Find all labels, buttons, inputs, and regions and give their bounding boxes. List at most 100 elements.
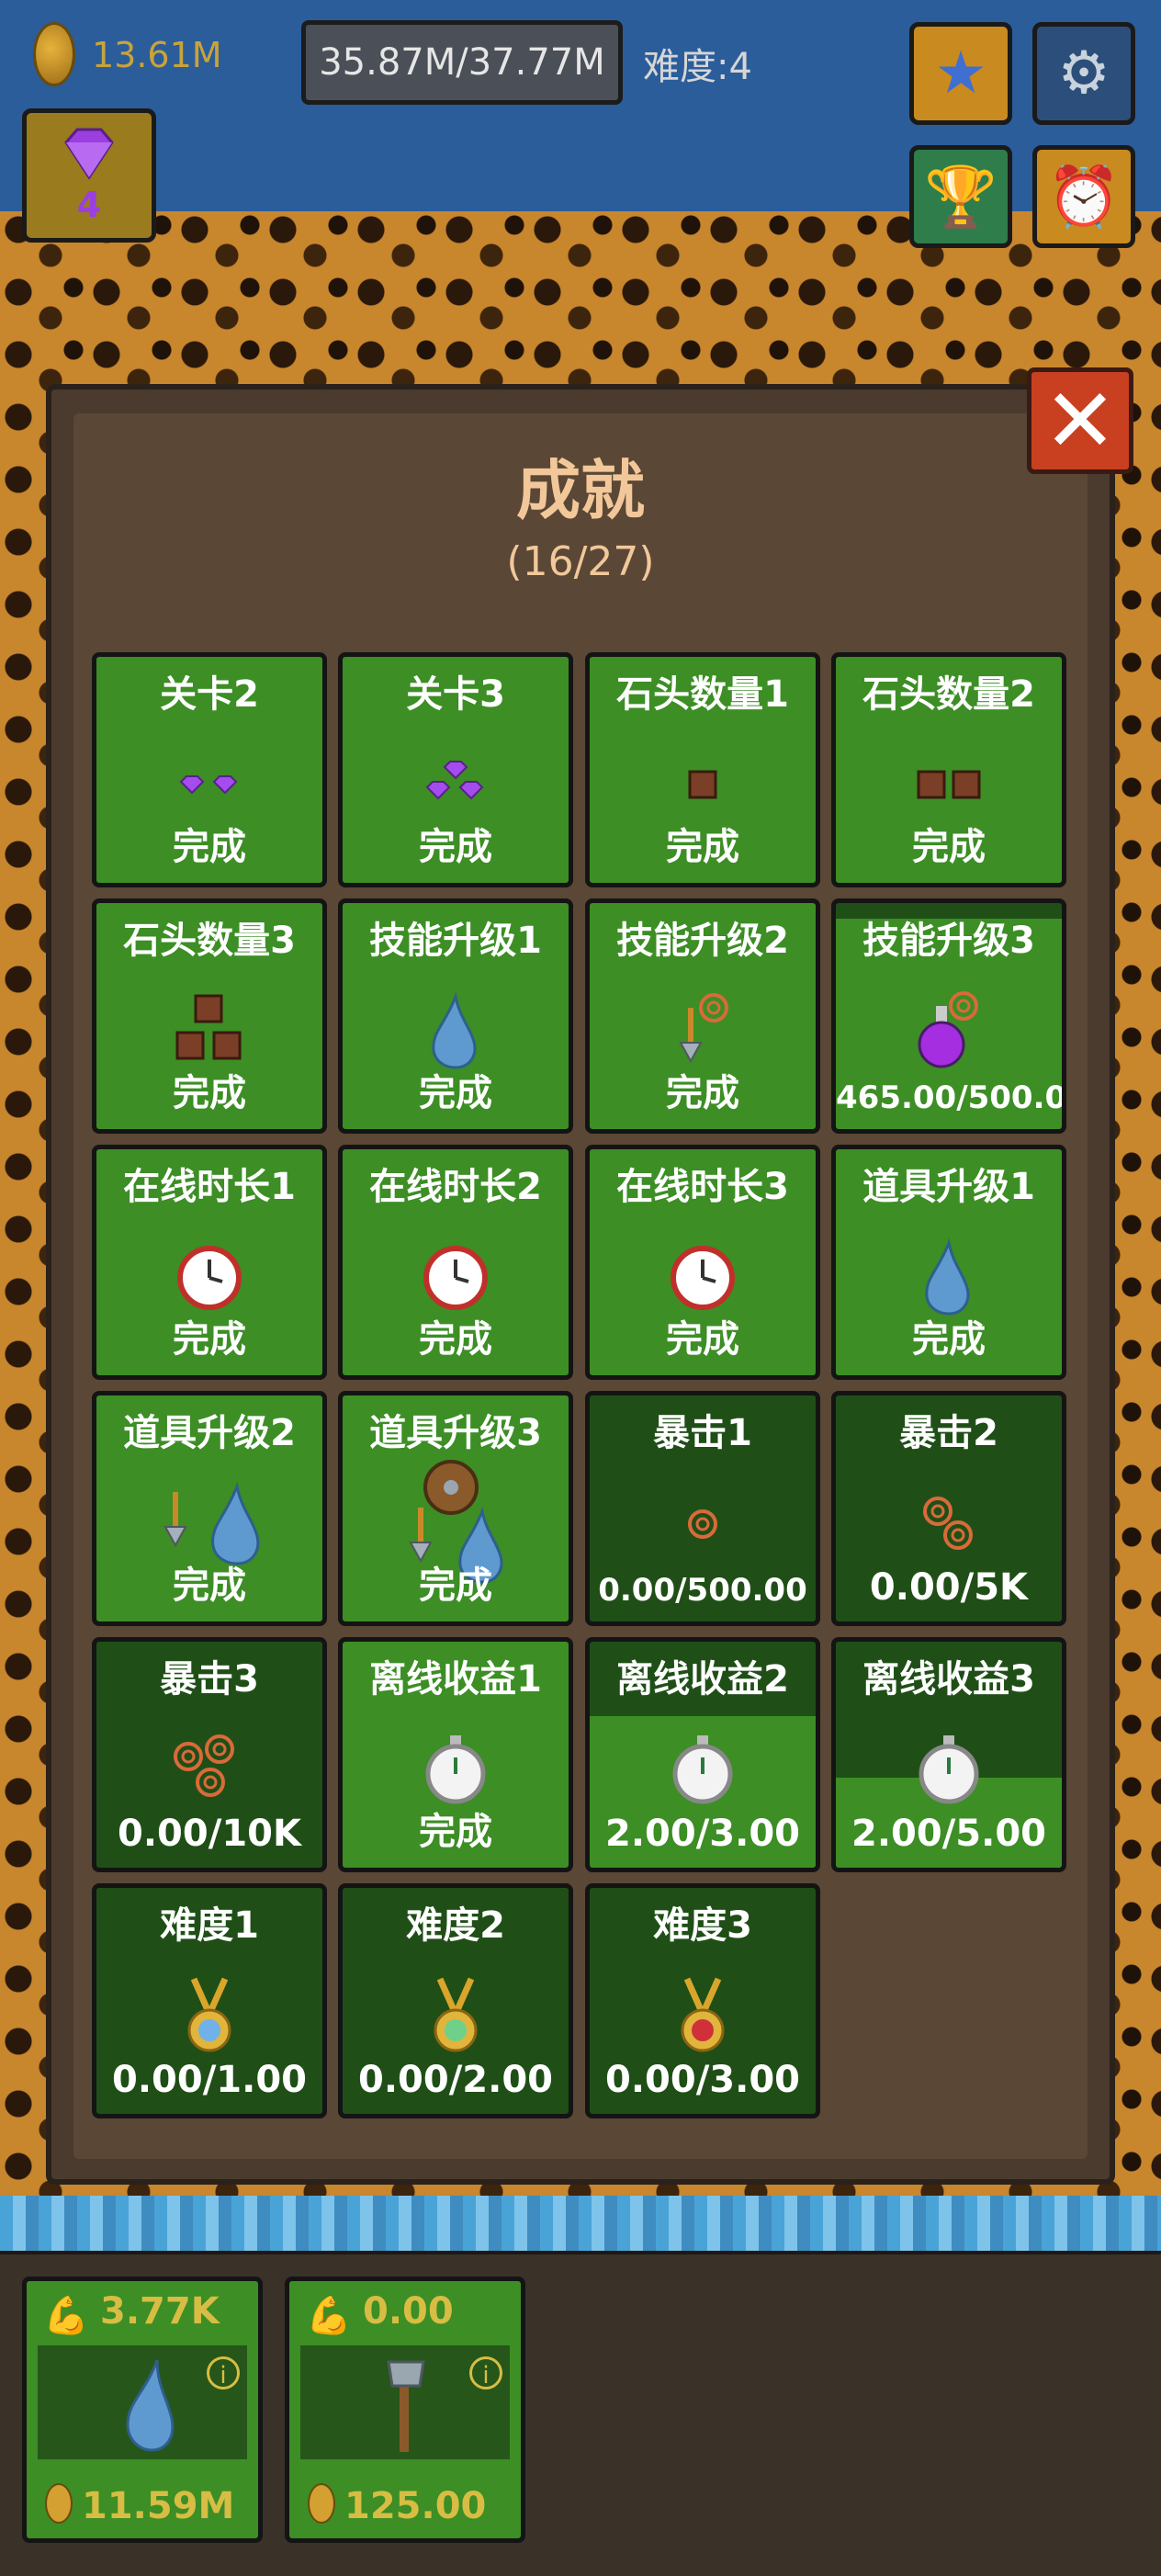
achievement-status: 完成 — [419, 1318, 492, 1361]
star-icon: ★ — [934, 40, 987, 107]
coin-icon — [45, 2483, 73, 2524]
achievement-name: 暴击2 — [899, 1412, 998, 1454]
achievement-name: 暴击1 — [653, 1412, 752, 1454]
item-cost: 11.59M — [82, 2485, 235, 2527]
achievement-status: 完成 — [419, 1565, 492, 1607]
item-slot-1[interactable]: 💪 3.77K i 11.59M — [22, 2277, 263, 2543]
achievement-card[interactable]: 在线时长2 完成 — [338, 1145, 573, 1380]
target-icon — [590, 1478, 816, 1570]
achievement-name: 关卡3 — [406, 673, 505, 716]
achievement-card[interactable]: 离线收益2 2.00/3.00 — [585, 1637, 820, 1872]
item-slot-2[interactable]: 💪 0.00 i 125.00 — [285, 2277, 525, 2543]
item-power: 0.00 — [363, 2290, 454, 2333]
achievement-card[interactable]: 难度3 0.00/3.00 — [585, 1883, 820, 2118]
stopwatch-icon — [590, 1724, 816, 1816]
achievement-card[interactable]: 技能升级2 完成 — [585, 898, 820, 1134]
achievement-status: 0.00/5K — [869, 1566, 1029, 1609]
achievement-card[interactable]: 在线时长3 完成 — [585, 1145, 820, 1380]
item-cost: 125.00 — [344, 2485, 487, 2527]
strength-icon: 💪 — [43, 2295, 89, 2337]
achievement-name: 难度1 — [160, 1904, 259, 1947]
stopwatch-icon — [836, 1724, 1062, 1816]
gem-counter[interactable]: 4 — [22, 108, 156, 243]
achievement-card[interactable]: 技能升级3 465.00/500.00 — [831, 898, 1066, 1134]
achievement-name: 道具升级2 — [123, 1412, 296, 1454]
achievement-card[interactable]: 难度2 0.00/2.00 — [338, 1883, 573, 2118]
achievement-name: 在线时长2 — [369, 1166, 542, 1208]
clock-button[interactable]: ⏰ — [1032, 145, 1135, 248]
achievement-name: 暴击3 — [160, 1658, 259, 1700]
achievement-status: 完成 — [173, 826, 246, 868]
clock-icon: ⏰ — [1047, 163, 1121, 232]
medal-blue-icon — [96, 1971, 322, 2062]
achievement-status: 完成 — [666, 826, 739, 868]
panel-title: 成就 — [516, 453, 645, 528]
achievement-name: 在线时长3 — [616, 1166, 789, 1208]
achievement-status: 2.00/5.00 — [851, 1813, 1046, 1855]
info-icon[interactable]: i — [207, 2356, 240, 2390]
achievement-status: 0.00/1.00 — [112, 2059, 307, 2101]
achievement-name: 在线时长1 — [123, 1166, 296, 1208]
achievement-name: 离线收益2 — [616, 1658, 789, 1700]
achievement-status: 完成 — [912, 826, 986, 868]
achievement-count: (16/27) — [506, 538, 655, 585]
achievement-status: 0.00/10K — [118, 1813, 301, 1855]
medal-green-icon — [343, 1971, 569, 2062]
item-power: 3.77K — [100, 2290, 220, 2333]
achievement-card[interactable]: 关卡3 完成 — [338, 652, 573, 887]
achievement-status: 0.00/3.00 — [605, 2059, 800, 2101]
strength-icon: 💪 — [306, 2295, 352, 2337]
achievement-name: 石头数量1 — [616, 673, 789, 716]
achievement-card[interactable]: 石头数量2 完成 — [831, 652, 1066, 887]
achievement-status: 完成 — [173, 1565, 246, 1607]
trophy-button[interactable]: 🏆 — [909, 145, 1012, 248]
achievement-name: 难度3 — [653, 1904, 752, 1947]
achievement-name: 离线收益3 — [862, 1658, 1035, 1700]
info-icon[interactable]: i — [469, 2356, 502, 2390]
achievement-name: 技能升级2 — [616, 920, 789, 962]
achievement-status: 2.00/3.00 — [605, 1813, 800, 1855]
star-button[interactable]: ★ — [909, 22, 1012, 125]
achievement-name: 技能升级1 — [369, 920, 542, 962]
coin-counter: 13.61M — [92, 35, 222, 75]
gear-icon: ⚙ — [1057, 40, 1110, 107]
achievement-name: 道具升级3 — [369, 1412, 542, 1454]
achievement-status: 完成 — [666, 1318, 739, 1361]
potion-icon — [836, 986, 1062, 1078]
gem-icon — [64, 128, 114, 180]
achievement-status: 0.00/2.00 — [358, 2059, 553, 2101]
stage-progress-text: 35.87M/37.77M — [319, 41, 605, 84]
achievement-card[interactable]: 石头数量3 完成 — [92, 898, 327, 1134]
stage-progress: 35.87M/37.77M — [301, 20, 623, 105]
achievement-name: 关卡2 — [160, 673, 259, 716]
achievement-card[interactable]: 道具升级1 完成 — [831, 1145, 1066, 1380]
coin-icon — [308, 2483, 335, 2524]
medal-red-icon — [590, 1971, 816, 2062]
achievement-card[interactable]: 暴击3 0.00/10K — [92, 1637, 327, 1872]
achievement-status: 完成 — [419, 1072, 492, 1114]
achievement-card[interactable]: 离线收益1 完成 — [338, 1637, 573, 1872]
achievement-card[interactable]: 关卡2 完成 — [92, 652, 327, 887]
achievement-card[interactable]: 暴击2 0.00/5K — [831, 1391, 1066, 1626]
achievement-status: 465.00/500.00 — [836, 1079, 1066, 1116]
achievement-card[interactable]: 难度1 0.00/1.00 — [92, 1883, 327, 2118]
settings-button[interactable]: ⚙ — [1032, 22, 1135, 125]
achievement-card[interactable]: 道具升级2 完成 — [92, 1391, 327, 1626]
achievement-card[interactable]: 道具升级3 完成 — [338, 1391, 573, 1626]
achievement-card[interactable]: 离线收益3 2.00/5.00 — [831, 1637, 1066, 1872]
achievement-status: 完成 — [912, 1318, 986, 1361]
achievement-name: 难度2 — [406, 1904, 505, 1947]
coin-icon — [33, 22, 75, 86]
target-three-icon — [96, 1724, 322, 1816]
trophy-icon: 🏆 — [924, 163, 998, 232]
achievement-status: 完成 — [173, 1318, 246, 1361]
achievement-card[interactable]: 在线时长1 完成 — [92, 1145, 327, 1380]
achievement-card[interactable]: 石头数量1 完成 — [585, 652, 820, 887]
achievement-status: 0.00/500.00 — [598, 1572, 807, 1609]
gem-count: 4 — [76, 185, 102, 225]
achievement-card[interactable]: 技能升级1 完成 — [338, 898, 573, 1134]
achievement-status: 完成 — [419, 1811, 492, 1853]
achievement-card[interactable]: 暴击1 0.00/500.00 — [585, 1391, 820, 1626]
target-two-icon — [836, 1478, 1062, 1570]
achievement-name: 离线收益1 — [369, 1658, 542, 1700]
